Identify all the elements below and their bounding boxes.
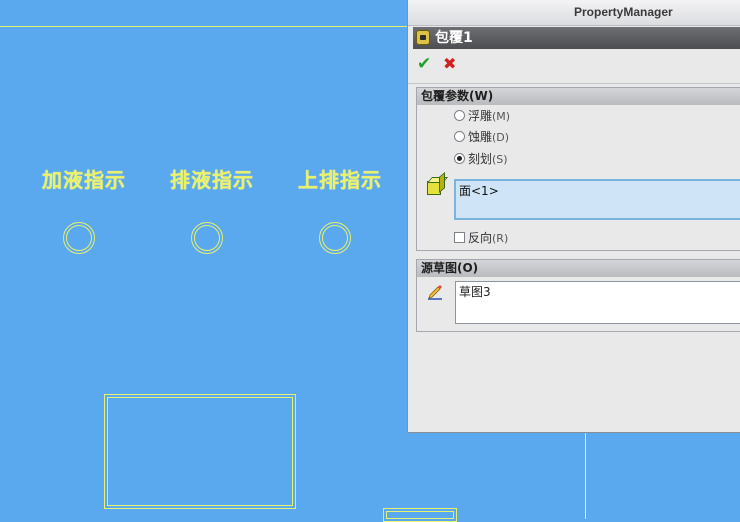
model-side-edge	[585, 432, 586, 519]
model-cutout-small	[383, 508, 457, 522]
wrap-parameters-group: 包覆参数(W) 浮雕(M) 蚀雕(D) 刻划(S) 面<1> 反向(R)	[416, 87, 740, 251]
source-sketch-header[interactable]: 源草图(O)	[417, 260, 740, 277]
source-sketch-box[interactable]: 草图3	[455, 281, 740, 324]
option-emboss-hotkey: (M)	[492, 110, 511, 123]
property-manager-panel: PropertyManager 包覆1 ✔ ✖ 包覆参数(W) 浮雕(M) 蚀雕…	[407, 0, 740, 433]
engraved-text-1: 加液指示	[42, 168, 126, 192]
option-emboss-label: 浮雕	[468, 109, 493, 123]
hole-1	[63, 222, 95, 254]
model-top-edge	[0, 26, 408, 27]
feature-name: 包覆1	[435, 30, 473, 46]
option-scribe-label: 刻划	[468, 152, 493, 166]
option-emboss[interactable]: 浮雕(M)	[454, 107, 510, 125]
reverse-direction-checkbox[interactable]	[454, 232, 465, 243]
option-deboss-hotkey: (D)	[492, 131, 510, 144]
engraved-text-3: 上排指示	[298, 168, 382, 192]
feature-title-bar: 包覆1	[413, 27, 740, 49]
source-sketch-item[interactable]: 草图3	[459, 285, 491, 299]
radio-emboss[interactable]	[454, 110, 465, 121]
option-deboss[interactable]: 蚀雕(D)	[454, 128, 509, 146]
hole-3	[319, 222, 351, 254]
model-cutout-rect	[104, 394, 296, 509]
reverse-direction-option[interactable]: 反向(R)	[454, 229, 508, 247]
face-cube-icon	[427, 181, 441, 195]
reverse-direction-hotkey: (R)	[492, 232, 509, 245]
source-sketch-group: 源草图(O) 草图3	[416, 259, 740, 332]
radio-scribe[interactable]	[454, 153, 465, 164]
reverse-direction-label: 反向	[468, 231, 493, 245]
wrap-parameters-header[interactable]: 包覆参数(W)	[417, 88, 740, 105]
face-selection-box[interactable]: 面<1>	[454, 179, 740, 220]
option-scribe-hotkey: (S)	[492, 153, 508, 166]
option-deboss-label: 蚀雕	[468, 130, 493, 144]
wrap-feature-icon	[416, 30, 430, 45]
ok-button[interactable]: ✔	[417, 54, 431, 74]
engraved-text-2: 排液指示	[170, 168, 254, 192]
divider	[408, 83, 740, 84]
sketch-pencil-icon	[428, 285, 442, 300]
radio-deboss[interactable]	[454, 131, 465, 142]
panel-title: PropertyManager	[408, 0, 740, 26]
close-icon: ✖	[443, 54, 457, 73]
option-scribe[interactable]: 刻划(S)	[454, 150, 508, 168]
face-selection-item[interactable]: 面<1>	[459, 184, 499, 198]
cancel-button[interactable]: ✖	[443, 54, 456, 73]
hole-2	[191, 222, 223, 254]
checkmark-icon: ✔	[417, 54, 432, 74]
